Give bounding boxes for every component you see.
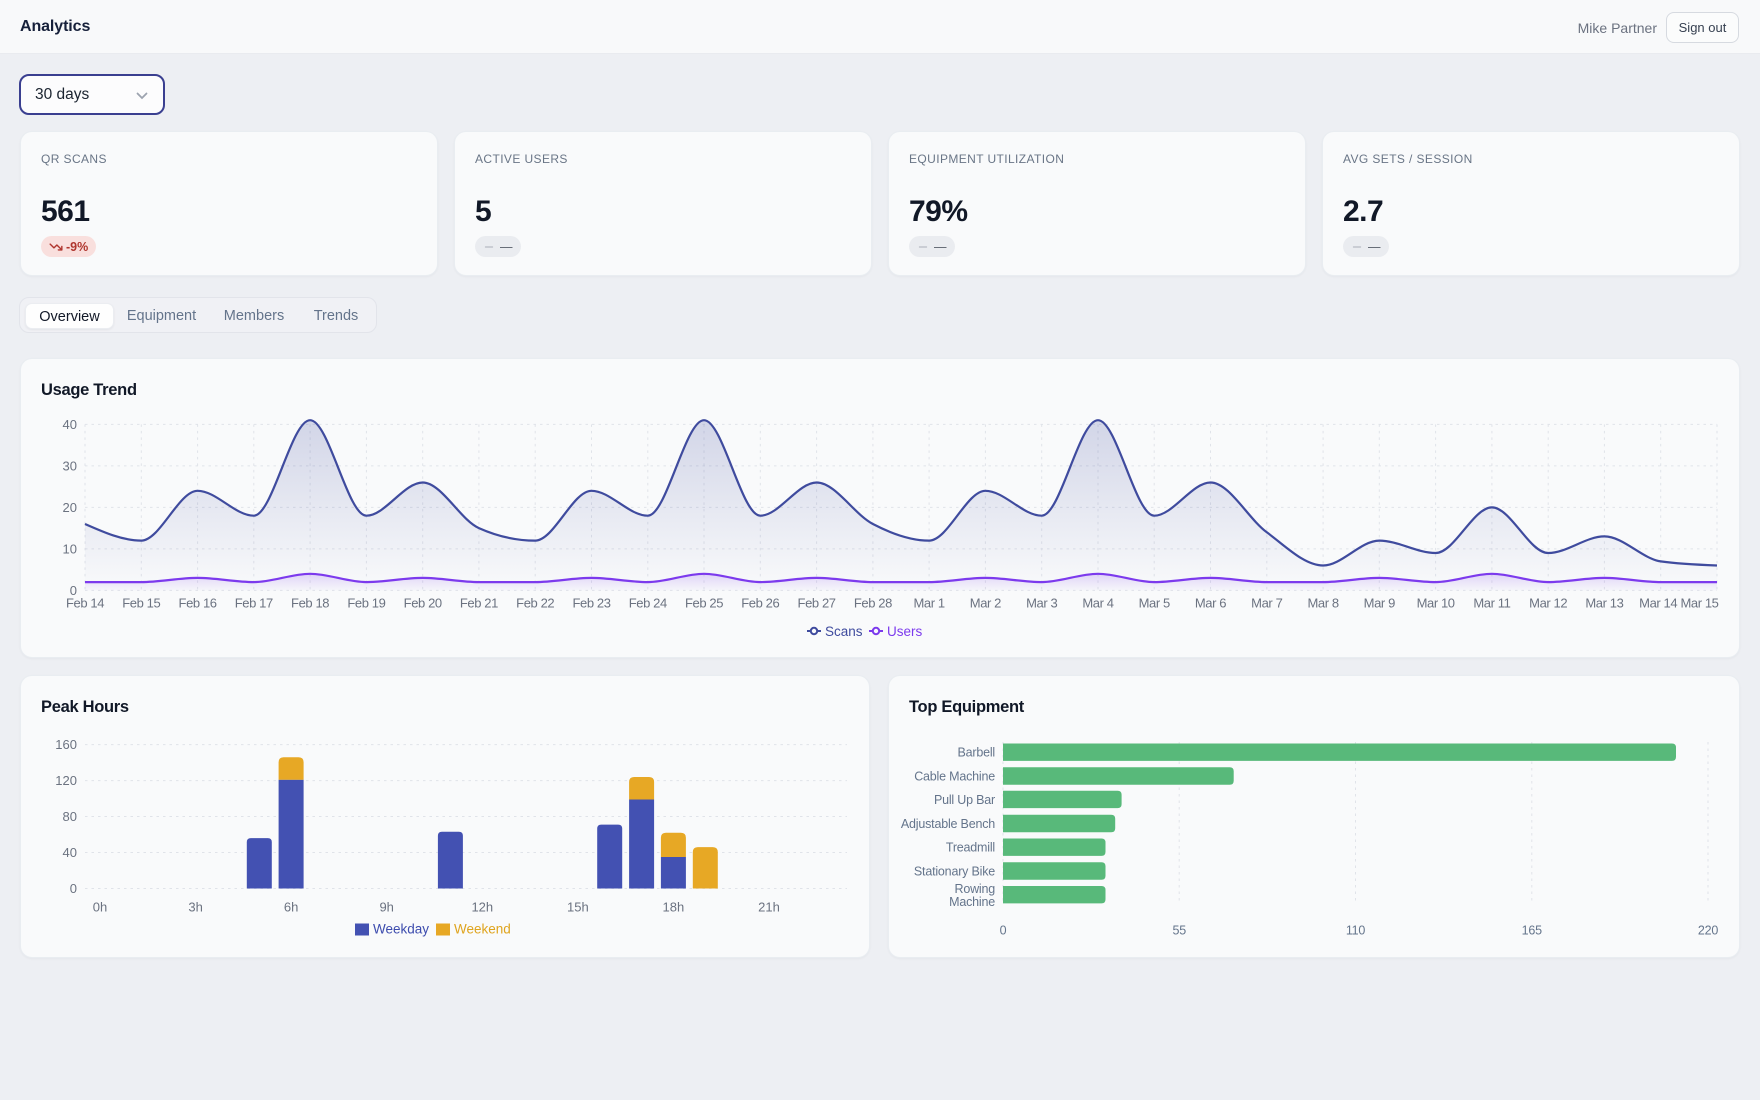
svg-text:0: 0 bbox=[70, 881, 77, 896]
svg-text:0h: 0h bbox=[93, 900, 107, 915]
svg-text:Feb 22: Feb 22 bbox=[516, 596, 554, 611]
svg-text:Feb 20: Feb 20 bbox=[404, 596, 442, 611]
svg-text:Mar 4: Mar 4 bbox=[1082, 596, 1113, 611]
svg-text:80: 80 bbox=[63, 809, 77, 824]
svg-text:Feb 16: Feb 16 bbox=[179, 596, 217, 611]
svg-text:55: 55 bbox=[1172, 924, 1186, 938]
svg-text:Feb 27: Feb 27 bbox=[798, 596, 836, 611]
svg-text:110: 110 bbox=[1346, 924, 1366, 938]
svg-text:18h: 18h bbox=[663, 900, 685, 915]
svg-text:Users: Users bbox=[887, 624, 923, 639]
svg-text:Weekday: Weekday bbox=[373, 922, 429, 937]
svg-text:120: 120 bbox=[55, 773, 77, 788]
svg-text:Mar 1: Mar 1 bbox=[913, 596, 944, 611]
svg-text:10: 10 bbox=[63, 541, 77, 556]
svg-text:0: 0 bbox=[1000, 924, 1007, 938]
svg-text:Mar 6: Mar 6 bbox=[1195, 596, 1226, 611]
svg-text:Machine: Machine bbox=[949, 895, 995, 909]
svg-text:Feb 21: Feb 21 bbox=[460, 596, 498, 611]
svg-text:Feb 19: Feb 19 bbox=[347, 596, 385, 611]
svg-text:20: 20 bbox=[63, 500, 77, 515]
svg-text:Mar 3: Mar 3 bbox=[1026, 596, 1057, 611]
svg-text:Mar 7: Mar 7 bbox=[1251, 596, 1282, 611]
svg-text:Mar 12: Mar 12 bbox=[1529, 596, 1567, 611]
svg-text:Weekend: Weekend bbox=[454, 922, 511, 937]
svg-text:Pull Up Bar: Pull Up Bar bbox=[934, 793, 995, 807]
svg-text:40: 40 bbox=[63, 417, 77, 432]
svg-text:Feb 26: Feb 26 bbox=[741, 596, 779, 611]
svg-text:Treadmill: Treadmill bbox=[946, 841, 995, 855]
svg-text:Feb 14: Feb 14 bbox=[66, 596, 104, 611]
svg-text:Feb 18: Feb 18 bbox=[291, 596, 329, 611]
svg-text:Feb 15: Feb 15 bbox=[122, 596, 160, 611]
svg-text:Mar 8: Mar 8 bbox=[1307, 596, 1338, 611]
svg-text:6h: 6h bbox=[284, 900, 298, 915]
svg-text:15h: 15h bbox=[567, 900, 589, 915]
svg-text:21h: 21h bbox=[758, 900, 780, 915]
svg-text:30: 30 bbox=[63, 458, 77, 473]
svg-text:220: 220 bbox=[1698, 924, 1719, 938]
svg-text:Mar 9: Mar 9 bbox=[1364, 596, 1395, 611]
svg-text:Mar 2: Mar 2 bbox=[970, 596, 1001, 611]
svg-text:160: 160 bbox=[55, 737, 77, 752]
svg-text:Mar 11: Mar 11 bbox=[1473, 596, 1510, 611]
svg-text:Feb 17: Feb 17 bbox=[235, 596, 273, 611]
svg-text:Mar 10: Mar 10 bbox=[1417, 596, 1455, 611]
svg-text:Mar 14: Mar 14 bbox=[1639, 596, 1677, 611]
svg-text:Feb 25: Feb 25 bbox=[685, 596, 723, 611]
svg-text:Cable Machine: Cable Machine bbox=[914, 770, 995, 784]
svg-text:9h: 9h bbox=[379, 900, 393, 915]
svg-text:Adjustable Bench: Adjustable Bench bbox=[901, 817, 995, 831]
svg-text:Stationary Bike: Stationary Bike bbox=[914, 865, 995, 879]
svg-text:40: 40 bbox=[63, 845, 77, 860]
svg-text:Rowing: Rowing bbox=[955, 882, 996, 896]
svg-text:Mar 15: Mar 15 bbox=[1680, 596, 1718, 611]
svg-text:3h: 3h bbox=[188, 900, 202, 915]
svg-text:Barbell: Barbell bbox=[957, 746, 995, 760]
svg-text:Feb 24: Feb 24 bbox=[629, 596, 667, 611]
svg-text:Feb 28: Feb 28 bbox=[854, 596, 892, 611]
svg-text:Mar 13: Mar 13 bbox=[1585, 596, 1623, 611]
svg-text:Feb 23: Feb 23 bbox=[572, 596, 610, 611]
svg-text:165: 165 bbox=[1522, 924, 1543, 938]
svg-text:Mar 5: Mar 5 bbox=[1139, 596, 1170, 611]
svg-text:Scans: Scans bbox=[825, 624, 863, 639]
svg-text:12h: 12h bbox=[471, 900, 493, 915]
